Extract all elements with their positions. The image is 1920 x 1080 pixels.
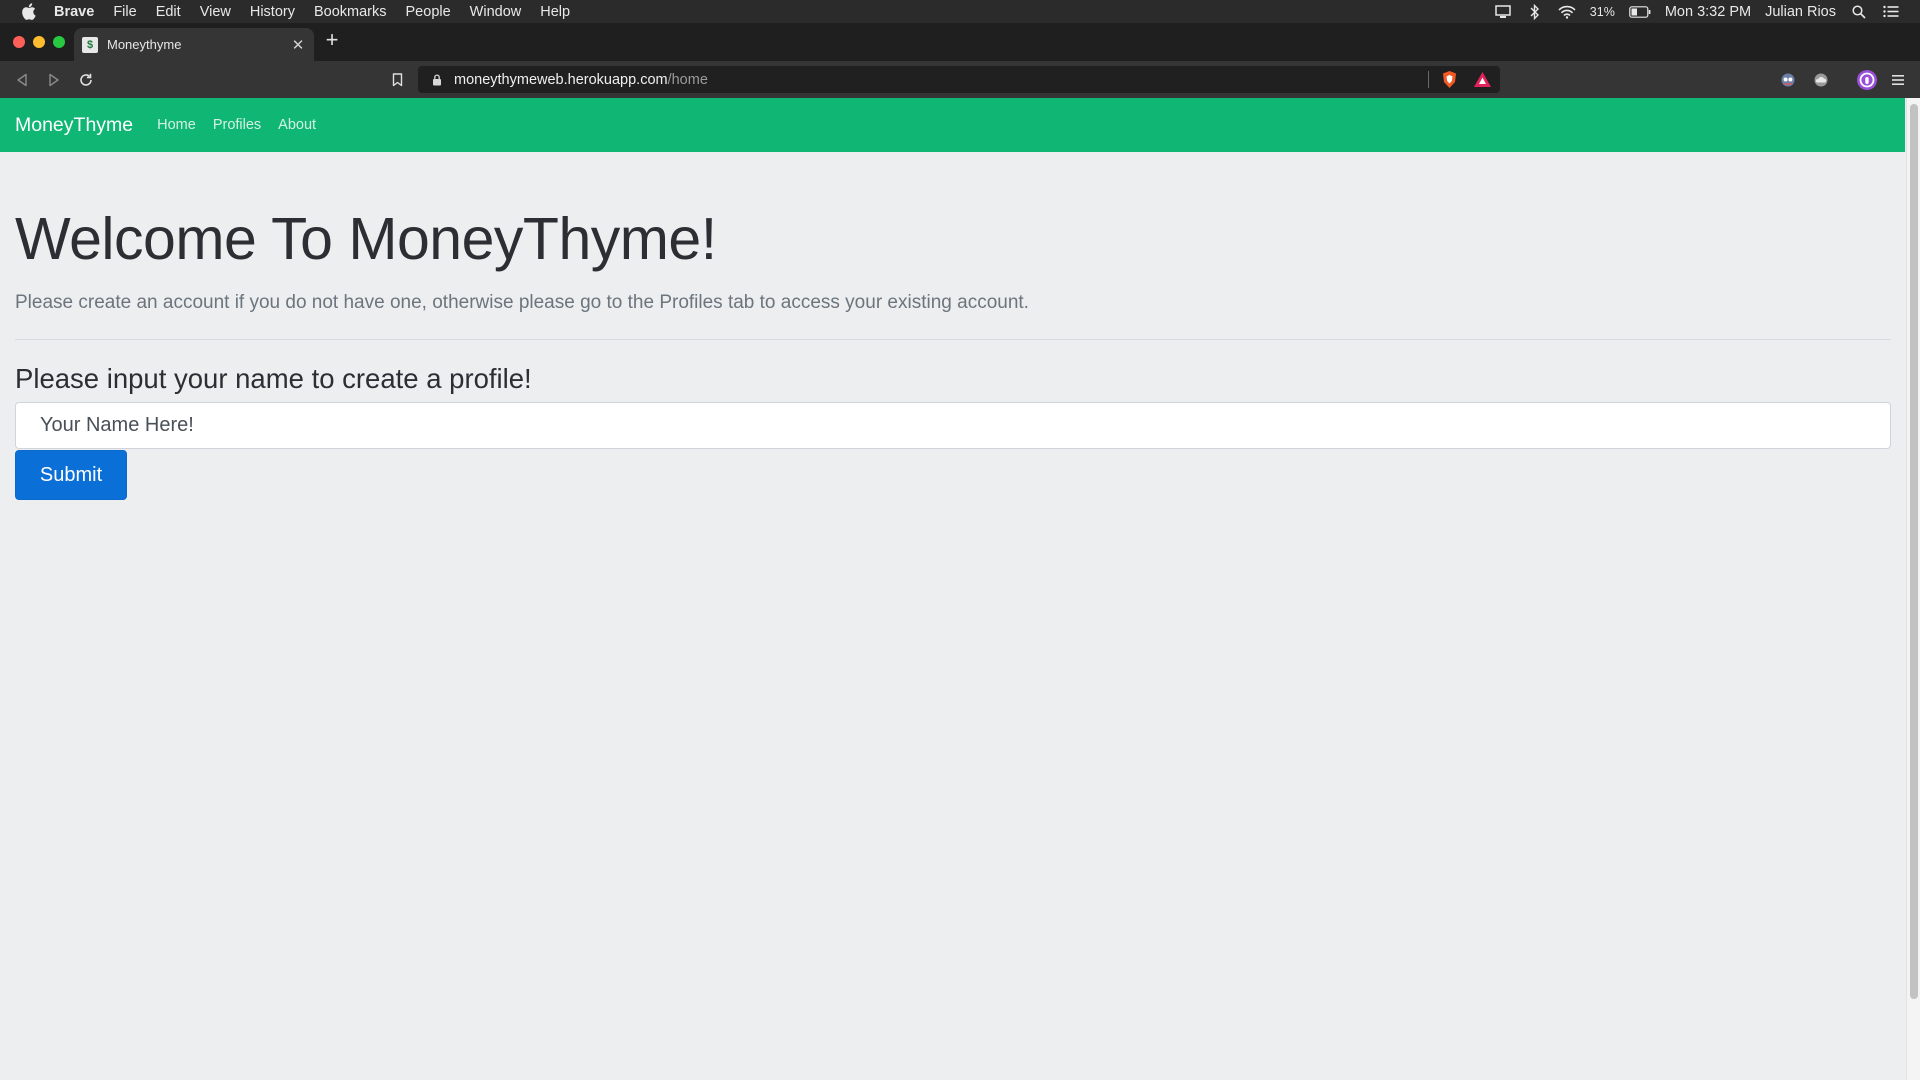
menu-bar-status-area: 31% Mon 3:32 PM Julian Rios [1494,0,1900,23]
menu-app-brave[interactable]: Brave [54,4,94,20]
page-scrollbar[interactable] [1906,98,1920,1080]
web-page: MoneyThyme Home Profiles About Welcome T… [0,98,1920,1080]
bookmark-icon[interactable] [386,69,408,91]
menu-icon[interactable] [1887,69,1909,91]
create-profile-heading: Please input your name to create a profi… [15,363,532,394]
new-tab-icon[interactable]: + [322,29,342,51]
url-path: /home [667,71,708,88]
site-brand[interactable]: MoneyThyme [15,114,133,137]
menu-file[interactable]: File [113,4,136,20]
scrollbar-thumb[interactable] [1910,104,1918,999]
reload-icon[interactable] [75,69,97,91]
site-navbar: MoneyThyme Home Profiles About [0,98,1905,152]
url-host: moneythymeweb.herokuapp.com [454,71,668,88]
address-bar[interactable]: moneythymeweb.herokuapp.com/home [418,66,1500,93]
extension-icon[interactable] [1777,69,1799,91]
wifi-icon[interactable] [1558,4,1576,20]
address-bar-divider [1428,71,1429,88]
welcome-section: Welcome To MoneyThyme! Please create an … [15,210,1891,314]
tab-close-icon[interactable]: ✕ [288,36,308,54]
bluetooth-icon[interactable] [1526,3,1544,20]
window-zoom-button[interactable] [53,36,65,48]
nav-link-about[interactable]: About [278,117,316,133]
brave-shields-icon[interactable] [1440,70,1459,89]
menu-history[interactable]: History [250,4,295,20]
battery-percent: 31% [1589,4,1615,19]
tab-title: Moneythyme [107,37,182,52]
site-favicon-icon: $ [82,36,98,53]
browser-tab-active[interactable]: $ Moneythyme ✕ [74,28,314,61]
menu-people[interactable]: People [406,4,451,20]
browser-tab-strip: $ Moneythyme ✕ + [0,23,1920,61]
browser-toolbar: moneythymeweb.herokuapp.com/home [0,61,1920,98]
welcome-lead-text: Please create an account if you do not h… [15,292,1029,313]
notification-center-icon[interactable] [1882,4,1900,20]
apple-menu-icon[interactable] [19,3,37,21]
profile-avatar-icon[interactable] [1855,68,1879,92]
battery-icon[interactable] [1629,4,1651,20]
window-minimize-button[interactable] [33,36,45,48]
user-name[interactable]: Julian Rios [1765,4,1836,20]
menu-view[interactable]: View [200,4,231,20]
name-input[interactable] [15,402,1891,449]
submit-button[interactable]: Submit [15,450,127,500]
lock-icon[interactable] [430,73,444,87]
nav-link-home[interactable]: Home [157,117,196,133]
nav-link-profiles[interactable]: Profiles [213,117,261,133]
page-title: Welcome To MoneyThyme! [15,206,717,272]
menu-bookmarks[interactable]: Bookmarks [314,4,387,20]
menu-help[interactable]: Help [540,4,570,20]
brave-rewards-icon[interactable] [1473,70,1492,89]
macos-menu-bar: Brave File Edit View History Bookmarks P… [0,0,1920,23]
display-icon[interactable] [1494,4,1512,20]
forward-icon[interactable] [43,69,65,91]
menu-edit[interactable]: Edit [156,4,181,20]
spotlight-search-icon[interactable] [1850,4,1868,20]
back-icon[interactable] [11,69,33,91]
section-divider [15,339,1891,340]
menu-window[interactable]: Window [470,4,522,20]
clock[interactable]: Mon 3:32 PM [1665,4,1751,20]
window-close-button[interactable] [13,36,25,48]
extension-cloud-icon[interactable] [1810,69,1832,91]
